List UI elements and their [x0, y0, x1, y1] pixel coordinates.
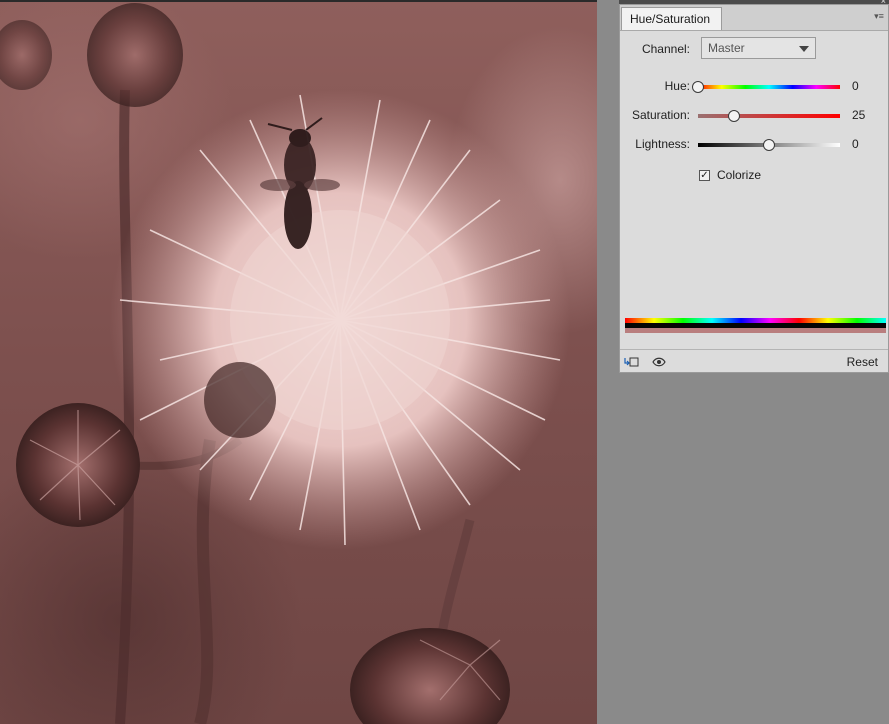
lightness-label: Lightness: — [635, 137, 690, 151]
output-color-bar — [625, 328, 886, 333]
canvas-top-edge — [0, 0, 597, 2]
reset-button[interactable]: Reset — [847, 355, 878, 369]
tab-hue-saturation[interactable]: Hue/Saturation — [621, 7, 722, 30]
photo-canvas[interactable] — [0, 0, 597, 724]
colorize-label[interactable]: Colorize — [717, 168, 761, 182]
saturation-label: Saturation: — [631, 108, 690, 122]
lightness-slider-track[interactable] — [698, 139, 840, 151]
panel-tabbar: Hue/Saturation ▾≡ — [620, 5, 888, 31]
saturation-slider-track[interactable] — [698, 110, 840, 122]
channel-select[interactable]: Master — [701, 37, 816, 59]
clip-to-layer-icon[interactable] — [624, 356, 640, 368]
hue-label: Hue: — [664, 79, 690, 93]
hue-slider-track[interactable] — [692, 81, 840, 93]
lightness-value[interactable]: 0 — [852, 137, 859, 151]
panel-menu-icon[interactable]: ▾≡ — [872, 10, 886, 22]
colorize-checkbox[interactable]: ✓ — [699, 170, 710, 181]
visibility-eye-icon[interactable] — [652, 357, 666, 367]
chevron-down-icon — [799, 46, 809, 52]
channel-label: Channel: — [641, 42, 690, 56]
hue-saturation-panel: Hue/Saturation ▾≡ Channel: Master Hue: 0… — [619, 4, 889, 373]
hue-value[interactable]: 0 — [852, 79, 859, 93]
photo-thistle-bee — [0, 3, 570, 724]
lightness-slider-thumb[interactable] — [763, 139, 775, 151]
channel-select-value: Master — [708, 41, 745, 55]
hue-slider-thumb[interactable] — [692, 81, 704, 93]
panel-footer: Reset — [620, 349, 888, 374]
saturation-value[interactable]: 25 — [852, 108, 865, 122]
saturation-slider-thumb[interactable] — [727, 110, 740, 122]
